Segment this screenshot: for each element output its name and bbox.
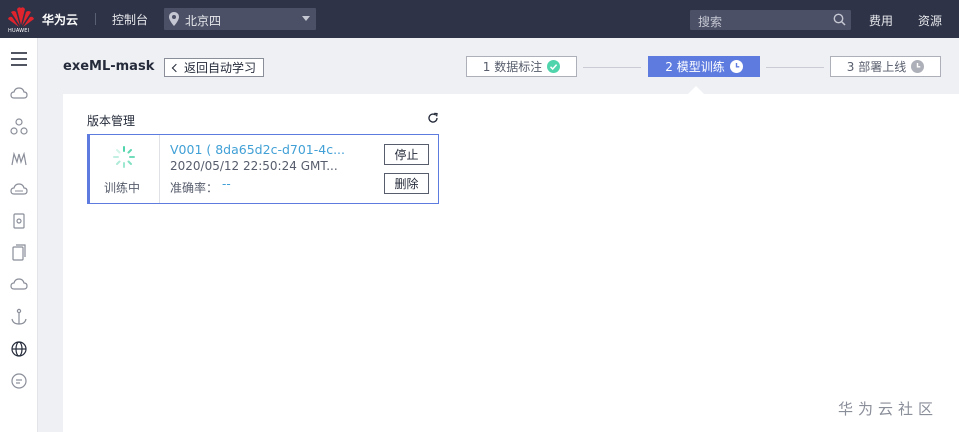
watermark: 华为云社区	[838, 400, 939, 418]
back-button-label: 返回自动学习	[184, 61, 257, 75]
menu-icon[interactable]	[10, 50, 28, 68]
version-card[interactable]: 训练中 V001 ( 8da65d2c-d701-4c... 2020/05/1…	[87, 134, 439, 204]
logo-text: HUAWEI	[8, 28, 30, 34]
clock-icon	[911, 60, 925, 73]
step-deploy[interactable]: 3 部署上线	[830, 56, 941, 77]
check-circle-icon	[547, 60, 561, 73]
search-input[interactable]: 搜索	[690, 10, 851, 30]
accuracy-value: --	[222, 177, 231, 191]
top-navigation-bar: HUAWEI 华为云 控制台 北京四 搜索 费用 资源	[0, 0, 959, 38]
step-connector	[766, 67, 824, 68]
clock-icon	[729, 60, 743, 73]
step-data-labeling[interactable]: 1 数据标注	[466, 56, 577, 77]
step-label: 3 部署上线	[846, 60, 907, 74]
divider	[95, 13, 96, 25]
caret-down-icon	[302, 16, 310, 21]
cloud-upload-icon[interactable]	[10, 181, 28, 199]
card-divider	[159, 135, 160, 203]
globe-icon[interactable]	[10, 340, 28, 358]
cloud-download-icon[interactable]	[10, 276, 28, 294]
loading-spinner-icon	[113, 146, 135, 168]
version-name-link[interactable]: V001 ( 8da65d2c-d701-4c...	[170, 142, 345, 157]
gauge-icon[interactable]	[10, 150, 28, 168]
region-label: 北京四	[185, 14, 222, 28]
anchor-icon[interactable]	[10, 308, 28, 326]
version-management-title: 版本管理	[87, 114, 136, 128]
delete-button[interactable]: 删除	[384, 173, 429, 194]
sidebar	[0, 38, 38, 432]
step-connector	[583, 67, 641, 68]
accuracy-label: 准确率：	[170, 181, 219, 195]
refresh-icon[interactable]	[427, 112, 439, 124]
step-label: 1 数据标注	[482, 60, 543, 74]
nav-billing[interactable]: 费用	[869, 12, 893, 29]
step-model-training[interactable]: 2 模型训练	[648, 56, 760, 77]
project-title: exeML-mask	[63, 59, 155, 74]
region-selector[interactable]: 北京四	[164, 8, 316, 30]
active-step-pointer	[687, 86, 705, 95]
console-link[interactable]: 控制台	[112, 11, 148, 28]
nodes-icon[interactable]	[10, 118, 28, 136]
chevron-left-icon	[171, 63, 181, 72]
training-status: 训练中	[104, 181, 141, 195]
version-created-time: 2020/05/12 22:50:24 GMT...	[170, 159, 338, 173]
back-to-automl-button[interactable]: 返回自动学习	[164, 58, 264, 77]
stop-button[interactable]: 停止	[384, 144, 429, 165]
container-icon[interactable]	[10, 212, 28, 230]
location-pin-icon	[169, 12, 179, 26]
step-label: 2 模型训练	[665, 60, 725, 74]
brand-name[interactable]: 华为云	[42, 11, 78, 28]
document-icon[interactable]	[10, 244, 28, 262]
cloud-icon[interactable]	[10, 85, 28, 103]
search-placeholder: 搜索	[698, 15, 723, 29]
nav-resources[interactable]: 资源	[918, 12, 942, 29]
chat-icon[interactable]	[10, 372, 28, 390]
search-icon[interactable]	[833, 13, 846, 26]
